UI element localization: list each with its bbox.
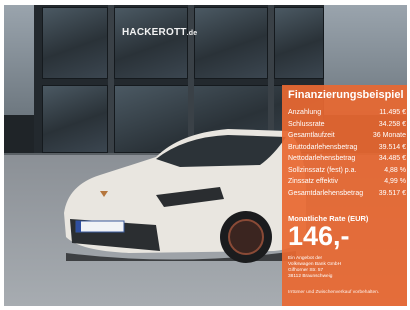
financing-title: Finanzierungsbeispiel — [288, 89, 404, 101]
disclaimer: Irrtümer und Zwischenverkauf vorbehalten… — [288, 290, 380, 295]
row-value: 36 Monate — [372, 132, 406, 139]
row-label: Bruttodarlehensbetrag — [288, 143, 358, 151]
facade-window — [274, 7, 324, 79]
financing-row: Anzahlung 11.495 € — [288, 107, 406, 119]
car-image — [64, 129, 306, 263]
financing-row: Nettodarlehensbetrag 34.485 € — [288, 153, 406, 165]
row-value: 4,99 % — [384, 178, 406, 185]
listing-photo: HACKEROTT.de Finanzierungsbeispiel Anzah… — [4, 5, 407, 306]
financing-row: Sollzinssatz (fest) p.a. 4,88 % — [288, 165, 406, 177]
row-value: 4,88 % — [384, 166, 406, 174]
row-label: Gesamtlaufzeit — [288, 132, 335, 139]
financing-table: Anzahlung 11.495 € Schlussrate 34.258 € Ge… — [288, 107, 406, 199]
front-rim — [228, 219, 264, 255]
dealer-name: HACKEROTT — [122, 27, 187, 38]
facade-window — [114, 7, 188, 79]
row-value: 11.495 € — [379, 109, 406, 116]
row-value: 34.485 € — [378, 155, 406, 162]
row-label: Schlussrate — [288, 120, 325, 128]
provider-line: 38112 Braunschweig — [288, 274, 333, 279]
row-label: Gesamtdarlehensbetrag — [288, 189, 364, 197]
dealer-domain-suffix: .de — [186, 30, 198, 37]
facade-window — [194, 7, 268, 79]
row-label: Anzahlung — [288, 109, 322, 116]
financing-row: Schlussrate 34.258 € — [288, 119, 406, 131]
provider-info: Ein Angebot der Volkswagen Bank GmbH Gif… — [288, 256, 398, 280]
license-plate — [75, 220, 125, 233]
row-value: 39.514 € — [378, 143, 406, 151]
financing-row: Gesamtdarlehensbetrag 39.517 € — [288, 188, 406, 200]
plate-eu-strip — [76, 221, 81, 232]
row-label: Zinssatz effektiv — [288, 178, 339, 185]
facade-window — [42, 7, 108, 79]
row-label: Nettodarlehensbetrag — [288, 155, 356, 162]
financing-panel: Finanzierungsbeispiel Anzahlung 11.495 € … — [282, 85, 407, 306]
monthly-rate-value: 146,- — [288, 221, 350, 251]
financing-row: Bruttodarlehensbetrag 39.514 € — [288, 142, 406, 154]
financing-row: Zinssatz effektiv 4,99 % — [288, 176, 406, 188]
row-label: Sollzinssatz (fest) p.a. — [288, 166, 357, 174]
row-value: 39.517 € — [378, 189, 406, 197]
dealer-sign: HACKEROTT.de — [122, 27, 197, 38]
row-value: 34.258 € — [378, 120, 406, 128]
financing-row: Gesamtlaufzeit 36 Monate — [288, 130, 406, 142]
